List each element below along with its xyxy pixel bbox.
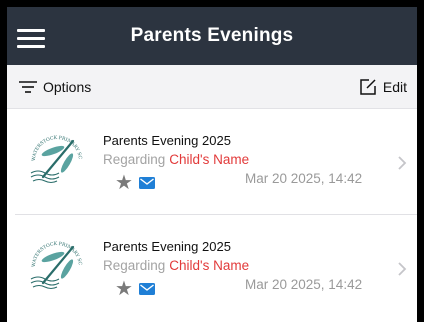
svg-text:WATERSTOCK PRIMARY SCHOOL: WATERSTOCK PRIMARY SCHOOL xyxy=(27,127,83,161)
envelope-icon[interactable] xyxy=(138,283,155,295)
list-item[interactable]: WATERSTOCK PRIMARY SCHOOL Parents Evenin… xyxy=(15,109,417,215)
options-label: Options xyxy=(43,78,92,95)
envelope-icon[interactable] xyxy=(138,177,155,189)
star-icon[interactable]: ★ xyxy=(115,173,133,193)
list-item[interactable]: WATERSTOCK PRIMARY SCHOOL Parents Evenin… xyxy=(15,215,417,320)
star-icon[interactable]: ★ xyxy=(115,279,133,299)
chevron-right-icon xyxy=(398,262,407,276)
evening-date: Mar 20 2025, 14:42 xyxy=(245,171,363,186)
toolbar: Options Edit xyxy=(7,65,417,109)
edit-square-icon xyxy=(360,78,376,95)
school-logo: WATERSTOCK PRIMARY SCHOOL xyxy=(27,233,83,289)
status-icons: ★ xyxy=(115,173,155,193)
parents-evening-list: WATERSTOCK PRIMARY SCHOOL Parents Evenin… xyxy=(7,109,417,320)
status-icons: ★ xyxy=(115,279,155,299)
regarding-line: Regarding Child's Name xyxy=(103,258,249,273)
child-name: Child's Name xyxy=(169,152,250,167)
child-name: Child's Name xyxy=(169,258,250,273)
page-title: Parents Evenings xyxy=(130,25,294,46)
regarding-label: Regarding xyxy=(103,152,166,167)
evening-title: Parents Evening 2025 xyxy=(103,239,231,254)
filter-lines-icon xyxy=(19,80,37,93)
regarding-line: Regarding Child's Name xyxy=(103,152,249,167)
hamburger-menu-icon[interactable] xyxy=(17,29,45,49)
school-logo: WATERSTOCK PRIMARY SCHOOL xyxy=(27,127,83,183)
regarding-label: Regarding xyxy=(103,258,166,273)
evening-title: Parents Evening 2025 xyxy=(103,133,231,148)
options-button[interactable]: Options xyxy=(19,79,91,95)
app-window: Parents Evenings Options Edit WATERSTOCK… xyxy=(7,7,417,322)
svg-text:WATERSTOCK PRIMARY SCHOOL: WATERSTOCK PRIMARY SCHOOL xyxy=(27,233,83,267)
edit-label: Edit xyxy=(382,78,407,95)
chevron-right-icon xyxy=(398,156,407,170)
navigation-bar: Parents Evenings xyxy=(7,7,417,65)
evening-date: Mar 20 2025, 14:42 xyxy=(245,277,363,292)
edit-button[interactable]: Edit xyxy=(359,78,407,96)
